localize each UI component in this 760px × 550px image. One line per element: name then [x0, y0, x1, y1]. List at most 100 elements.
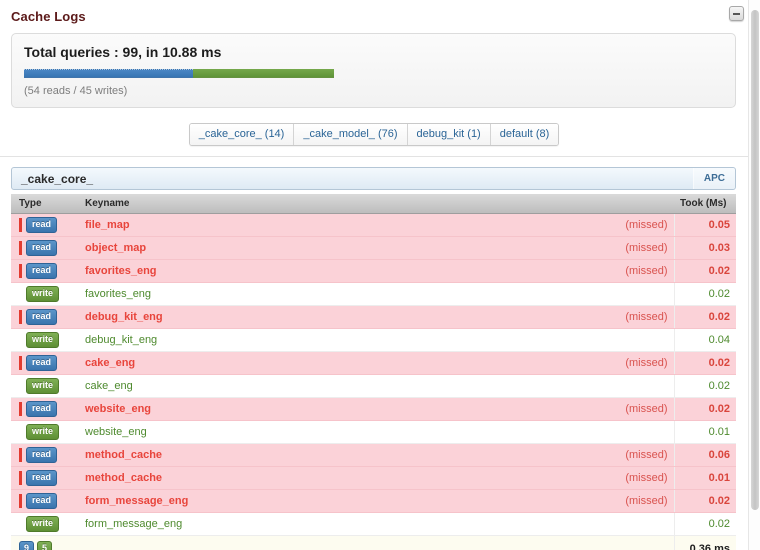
- cell-type: read: [11, 213, 77, 237]
- cell-status: (missed): [375, 443, 674, 467]
- cell-status: (missed): [375, 397, 674, 421]
- miss-indicator-icon: [19, 287, 22, 301]
- type-badge: read: [26, 401, 58, 417]
- miss-indicator-icon: [19, 310, 22, 324]
- cell-type: read: [11, 397, 77, 421]
- type-badge: read: [26, 470, 58, 486]
- cell-type: read: [11, 305, 77, 329]
- table-row: read object_map (missed) 0.03: [11, 236, 736, 260]
- type-badge: read: [26, 355, 58, 371]
- table-row: write website_eng 0.01: [11, 420, 736, 444]
- cell-keyname: favorites_eng: [77, 282, 376, 306]
- vertical-scrollbar[interactable]: [748, 0, 760, 550]
- cell-status: [375, 374, 674, 398]
- cache-config-tabs: _cake_core_ (14) _cake_model_ (76) debug_k…: [188, 123, 560, 146]
- type-badge: read: [26, 217, 58, 233]
- type-badge: read: [26, 240, 58, 256]
- cell-type: write: [11, 512, 77, 536]
- cell-status: (missed): [375, 489, 674, 513]
- type-badge: read: [26, 493, 58, 509]
- table-row: read website_eng (missed) 0.02: [11, 397, 736, 421]
- miss-indicator-icon: [19, 356, 22, 370]
- miss-indicator-icon: [19, 333, 22, 347]
- cell-took: 0.01: [673, 420, 736, 444]
- bar-segment-writes: [193, 69, 334, 78]
- table-header-row: Type Keyname Took (Ms): [11, 194, 736, 214]
- miss-indicator-icon: [19, 264, 22, 278]
- table-row: read form_message_eng (missed) 0.02: [11, 489, 736, 513]
- cell-keyname: object_map: [77, 236, 376, 260]
- miss-indicator-icon: [19, 379, 22, 393]
- type-badge: write: [26, 424, 60, 440]
- cell-took: 0.02: [673, 305, 736, 329]
- cell-keyname: favorites_eng: [77, 259, 376, 283]
- cell-took: 0.02: [673, 397, 736, 421]
- minus-icon[interactable]: [729, 6, 744, 21]
- cell-keyname: method_cache: [77, 466, 376, 490]
- cell-type: read: [11, 466, 77, 490]
- miss-indicator-icon: [19, 218, 22, 232]
- cell-keyname: debug_kit_eng: [77, 328, 376, 352]
- cell-keyname: debug_kit_eng: [77, 305, 376, 329]
- miss-indicator-icon: [19, 402, 22, 416]
- tab-3[interactable]: default (8): [490, 124, 559, 145]
- total-write-badge: 5: [37, 541, 53, 550]
- cell-type: write: [11, 420, 77, 444]
- cell-took: 0.02: [673, 351, 736, 375]
- cell-keyname: file_map: [77, 213, 376, 237]
- table-row: read cake_eng (missed) 0.02: [11, 351, 736, 375]
- tab-2[interactable]: debug_kit (1): [407, 124, 491, 145]
- table-totals-row: 9 5 0.36 ms: [11, 535, 736, 550]
- scrollbar-thumb[interactable]: [751, 10, 759, 510]
- cell-took: 0.04: [673, 328, 736, 352]
- cell-keyname: method_cache: [77, 443, 376, 467]
- tabs-container: _cake_core_ (14) _cake_model_ (76) debug_k…: [0, 123, 748, 146]
- cell-status: (missed): [375, 305, 674, 329]
- section-title: _cake_core_: [21, 171, 94, 186]
- column-header-keyname: Keyname: [77, 194, 674, 214]
- summary-subtitle: (54 reads / 45 writes): [24, 85, 128, 97]
- cell-type: read: [11, 489, 77, 513]
- table-row: write favorites_eng 0.02: [11, 282, 736, 306]
- type-badge: write: [26, 516, 60, 532]
- cache-logs-page: Cache Logs Total queries : 99, in 10.88 …: [0, 0, 760, 550]
- table-row: write form_message_eng 0.02: [11, 512, 736, 536]
- type-badge: write: [26, 332, 60, 348]
- page-content: Cache Logs Total queries : 99, in 10.88 …: [0, 0, 748, 550]
- section-header[interactable]: _cake_core_ APC: [11, 167, 736, 190]
- cell-keyname: website_eng: [77, 397, 376, 421]
- totals-counts: 95: [11, 535, 77, 550]
- table-row: write debug_kit_eng 0.04: [11, 328, 736, 352]
- cell-took: 0.02: [673, 259, 736, 283]
- cell-took: 0.02: [673, 282, 736, 306]
- type-badge: write: [26, 286, 60, 302]
- bar-segment-reads: [24, 69, 194, 78]
- cell-type: read: [11, 236, 77, 260]
- miss-indicator-icon: [19, 494, 22, 508]
- type-badge: read: [26, 309, 58, 325]
- cell-status: (missed): [375, 466, 674, 490]
- cell-status: (missed): [375, 351, 674, 375]
- type-badge: read: [26, 447, 58, 463]
- tab-0[interactable]: _cake_core_ (14): [189, 124, 295, 145]
- divider: [0, 156, 748, 157]
- cell-type: write: [11, 374, 77, 398]
- summary-panel: Total queries : 99, in 10.88 ms (54 read…: [11, 33, 736, 108]
- cell-status: (missed): [375, 213, 674, 237]
- miss-indicator-icon: [19, 448, 22, 462]
- read-write-bar: [24, 69, 334, 78]
- cell-keyname: cake_eng: [77, 374, 376, 398]
- table-row: write cake_eng 0.02: [11, 374, 736, 398]
- summary-title: Total queries : 99, in 10.88 ms: [24, 44, 222, 60]
- cell-status: [375, 282, 674, 306]
- table-row: read debug_kit_eng (missed) 0.02: [11, 305, 736, 329]
- tab-1[interactable]: _cake_model_ (76): [294, 124, 408, 145]
- section-engine-label: APC: [692, 168, 735, 189]
- cell-status: (missed): [375, 236, 674, 260]
- totals-time: 0.36 ms: [673, 535, 736, 550]
- total-read-badge: 9: [19, 541, 35, 550]
- cell-status: [375, 420, 674, 444]
- miss-indicator-icon: [19, 425, 22, 439]
- miss-indicator-icon: [19, 241, 22, 255]
- cell-keyname: form_message_eng: [77, 489, 376, 513]
